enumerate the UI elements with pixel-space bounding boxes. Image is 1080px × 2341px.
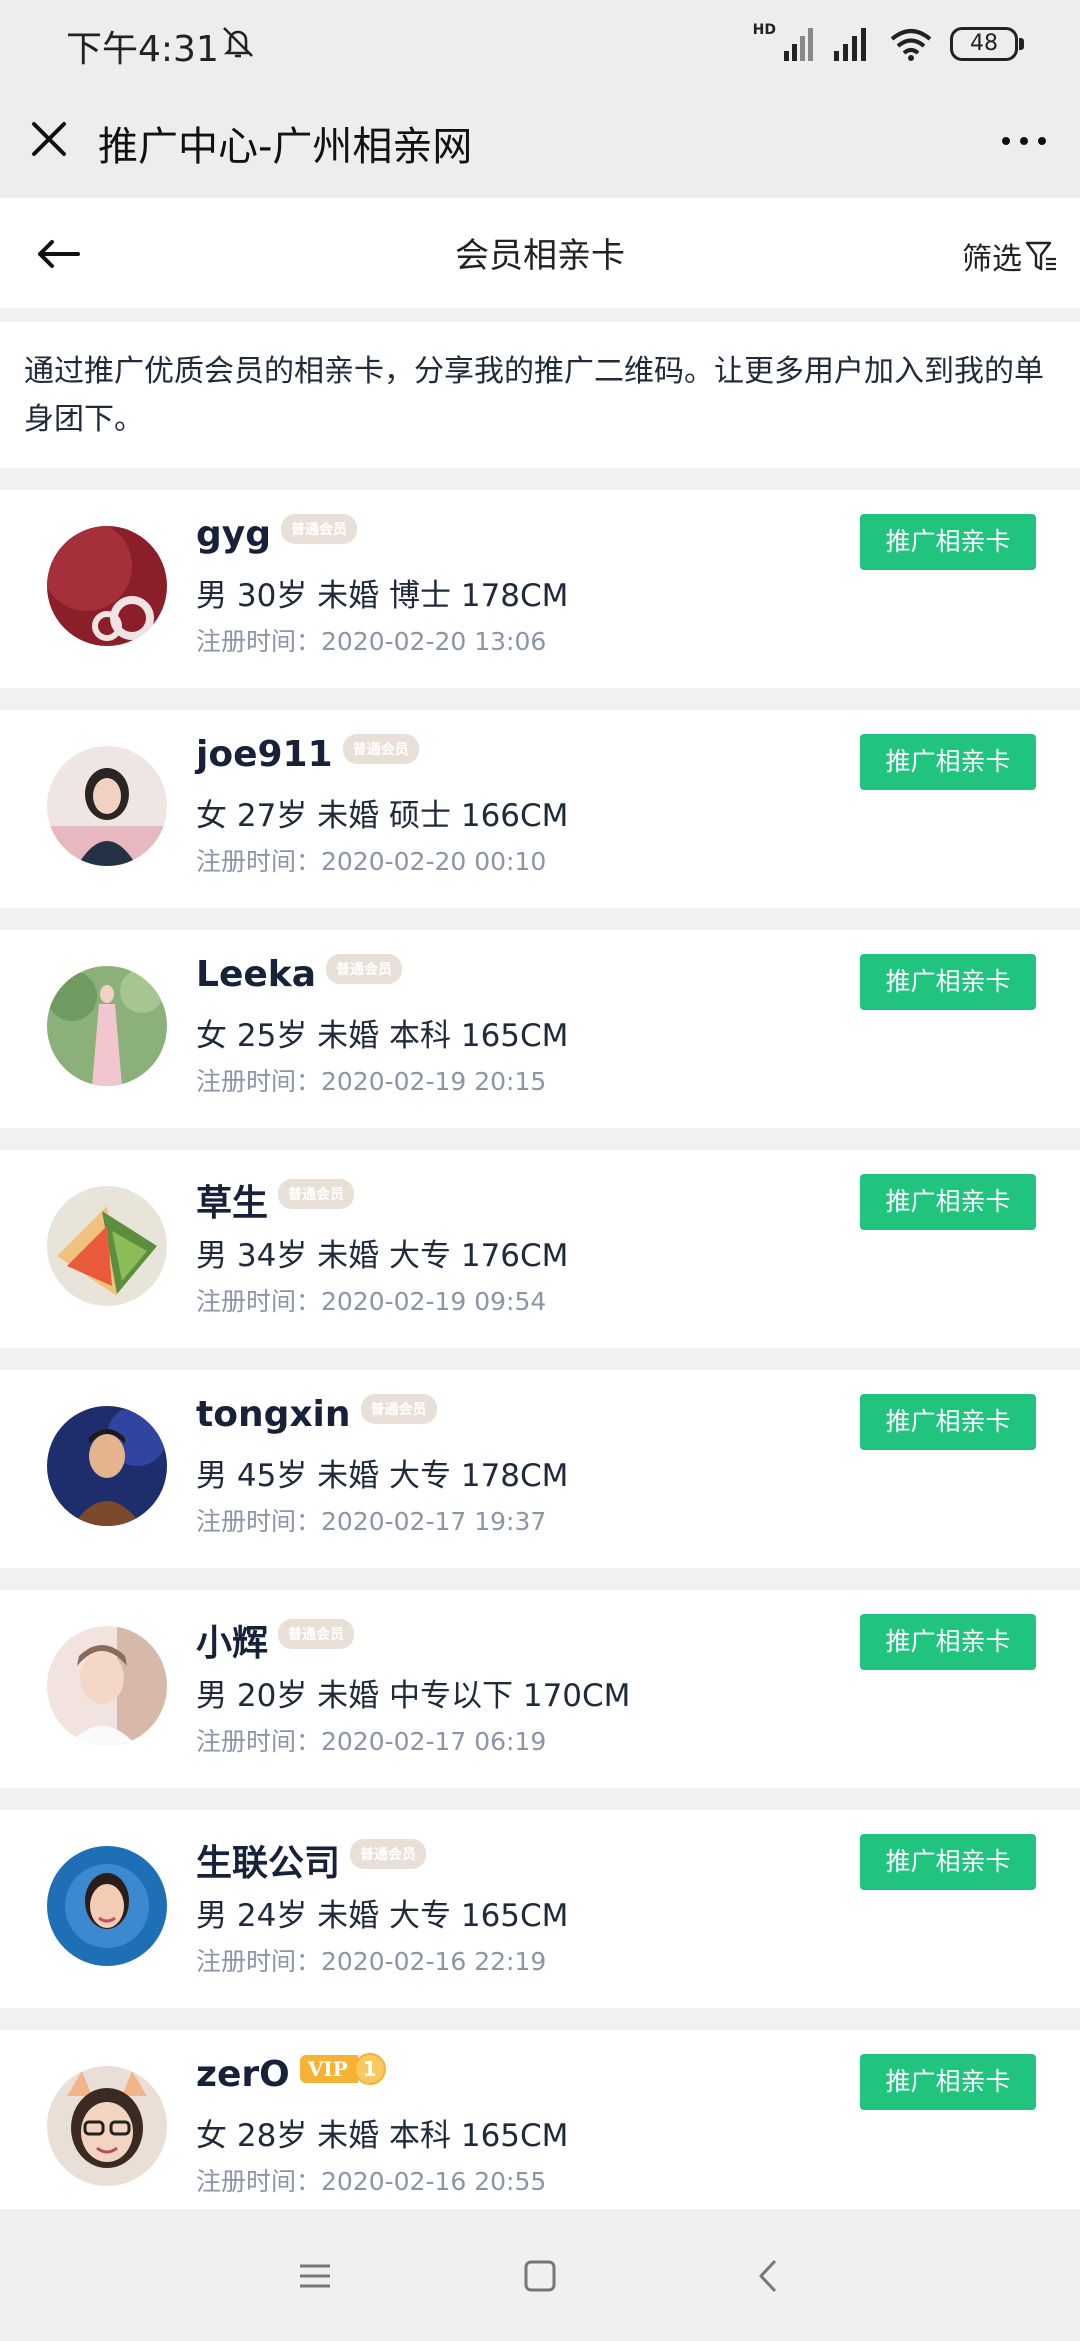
member-list: gyg 普通会员 男 30岁 未婚 博士 178CM 注册时间：2020-02-… <box>0 490 1080 2250</box>
member-level-badge: 普通会员 <box>278 1619 355 1649</box>
promote-card-button[interactable]: 推广相亲卡 <box>860 1394 1036 1450</box>
member-name: Leeka <box>196 954 317 995</box>
mute-icon <box>223 27 253 58</box>
more-icon[interactable] <box>994 116 1054 166</box>
promote-card-button[interactable]: 推广相亲卡 <box>860 2054 1036 2110</box>
registration-time: 注册时间：2020-02-17 19:37 <box>196 1507 547 1536</box>
vip-label: VIP <box>299 2054 358 2083</box>
filter-button[interactable]: 筛选 <box>962 234 1058 278</box>
registration-time: 注册时间：2020-02-17 06:19 <box>196 1727 547 1756</box>
name-row: 生联公司 普通会员 <box>196 1834 427 1886</box>
member-info: 男 30岁 未婚 博士 178CM <box>196 578 569 614</box>
promote-card-button[interactable]: 推广相亲卡 <box>860 1174 1036 1230</box>
avatar[interactable] <box>47 526 167 646</box>
member-level-badge: 普通会员 <box>350 1839 427 1869</box>
member-card[interactable]: Leeka 普通会员 女 25岁 未婚 本科 165CM 注册时间：2020-0… <box>0 930 1080 1128</box>
sub-header: 会员相亲卡 筛选 <box>0 198 1080 308</box>
status-bar: 下午4:31 HD 48 <box>0 0 1080 86</box>
member-card[interactable]: zerO VIP 1 女 28岁 未婚 本科 165CM 注册时间：2020-0… <box>0 2030 1080 2228</box>
status-time: 下午4:31 <box>66 29 219 70</box>
member-name: zerO <box>196 2054 290 2095</box>
member-info: 男 34岁 未婚 大专 176CM <box>196 1238 569 1274</box>
back-chevron-icon[interactable] <box>745 2251 795 2301</box>
member-card[interactable]: 小辉 普通会员 男 20岁 未婚 中专以下 170CM 注册时间：2020-02… <box>0 1590 1080 1788</box>
name-row: 草生 普通会员 <box>196 1174 355 1226</box>
member-name: gyg <box>196 514 272 555</box>
member-level-badge: 普通会员 <box>281 513 358 544</box>
home-square-icon[interactable] <box>515 2251 565 2301</box>
name-row: gyg 普通会员 <box>196 513 358 555</box>
cellular-signal-icon <box>834 28 866 61</box>
member-name: tongxin <box>196 1394 351 1435</box>
promote-card-button[interactable]: 推广相亲卡 <box>860 1834 1036 1890</box>
filter-icon <box>1025 241 1056 271</box>
registration-time: 注册时间：2020-02-19 20:15 <box>196 1067 547 1096</box>
wifi-icon <box>890 29 932 61</box>
avatar[interactable] <box>47 1846 167 1966</box>
member-card[interactable]: gyg 普通会员 男 30岁 未婚 博士 178CM 注册时间：2020-02-… <box>0 490 1080 688</box>
member-card[interactable]: joe911 普通会员 女 27岁 未婚 硕士 166CM 注册时间：2020-… <box>0 710 1080 908</box>
member-info: 女 28岁 未婚 本科 165CM <box>196 2118 569 2154</box>
arrow-left-icon[interactable] <box>30 226 86 282</box>
promote-card-button[interactable]: 推广相亲卡 <box>860 1614 1036 1670</box>
avatar[interactable] <box>47 746 167 866</box>
avatar[interactable] <box>47 1406 167 1526</box>
header-title: 会员相亲卡 <box>455 236 625 276</box>
member-info: 女 27岁 未婚 硕士 166CM <box>196 798 569 834</box>
member-card[interactable]: 生联公司 普通会员 男 24岁 未婚 大专 165CM 注册时间：2020-02… <box>0 1810 1080 2008</box>
system-nav-bar <box>0 2210 1080 2341</box>
vip-badge: VIP 1 <box>299 2052 386 2085</box>
registration-time: 注册时间：2020-02-20 00:10 <box>196 847 547 876</box>
status-icons: HD 48 <box>752 22 1024 66</box>
avatar[interactable] <box>47 966 167 1086</box>
name-row: zerO VIP 1 <box>196 2052 386 2095</box>
member-name: 小辉 <box>196 1623 269 1664</box>
close-icon[interactable] <box>22 112 76 166</box>
name-row: Leeka 普通会员 <box>196 953 403 995</box>
intro-text: 通过推广优质会员的相亲卡，分享我的推广二维码。让更多用户加入到我的单身团下。 <box>24 354 1044 437</box>
name-row: joe911 普通会员 <box>196 733 419 775</box>
member-name: 草生 <box>196 1183 269 1224</box>
name-row: 小辉 普通会员 <box>196 1614 355 1666</box>
member-name: 生联公司 <box>196 1843 341 1884</box>
vip-level: 1 <box>353 2052 386 2085</box>
member-level-badge: 普通会员 <box>278 1179 355 1209</box>
registration-time: 注册时间：2020-02-20 13:06 <box>196 627 547 656</box>
member-card[interactable]: tongxin 普通会员 男 45岁 未婚 大专 178CM 注册时间：2020… <box>0 1370 1080 1568</box>
filter-label: 筛选 <box>962 242 1022 277</box>
promote-card-button[interactable]: 推广相亲卡 <box>860 734 1036 790</box>
member-info: 男 20岁 未婚 中专以下 170CM <box>196 1678 631 1714</box>
battery-icon: 48 <box>950 27 1024 61</box>
name-row: tongxin 普通会员 <box>196 1393 437 1435</box>
hd-label: HD <box>752 22 776 38</box>
member-card[interactable]: 草生 普通会员 男 34岁 未婚 大专 176CM 注册时间：2020-02-1… <box>0 1150 1080 1348</box>
member-level-badge: 普通会员 <box>360 1393 437 1424</box>
registration-time: 注册时间：2020-02-16 20:55 <box>196 2167 547 2196</box>
avatar[interactable] <box>47 1626 167 1746</box>
member-level-badge: 普通会员 <box>342 733 419 764</box>
avatar[interactable] <box>47 1186 167 1306</box>
member-info: 男 24岁 未婚 大专 165CM <box>196 1898 569 1934</box>
promote-card-button[interactable]: 推广相亲卡 <box>860 954 1036 1010</box>
menu-icon[interactable] <box>290 2251 340 2301</box>
member-info: 女 25岁 未婚 本科 165CM <box>196 1018 569 1054</box>
avatar[interactable] <box>47 2066 167 2186</box>
member-name: joe911 <box>196 734 333 775</box>
promote-card-button[interactable]: 推广相亲卡 <box>860 514 1036 570</box>
intro-section: 通过推广优质会员的相亲卡，分享我的推广二维码。让更多用户加入到我的单身团下。 <box>0 322 1080 468</box>
member-info: 男 45岁 未婚 大专 178CM <box>196 1458 569 1494</box>
title-bar: 推广中心-广州相亲网 <box>0 86 1080 198</box>
registration-time: 注册时间：2020-02-19 09:54 <box>196 1287 547 1316</box>
cellular-signal-icon <box>784 28 813 61</box>
member-level-badge: 普通会员 <box>326 953 403 984</box>
registration-time: 注册时间：2020-02-16 22:19 <box>196 1947 547 1976</box>
page-title: 推广中心-广州相亲网 <box>98 124 473 170</box>
